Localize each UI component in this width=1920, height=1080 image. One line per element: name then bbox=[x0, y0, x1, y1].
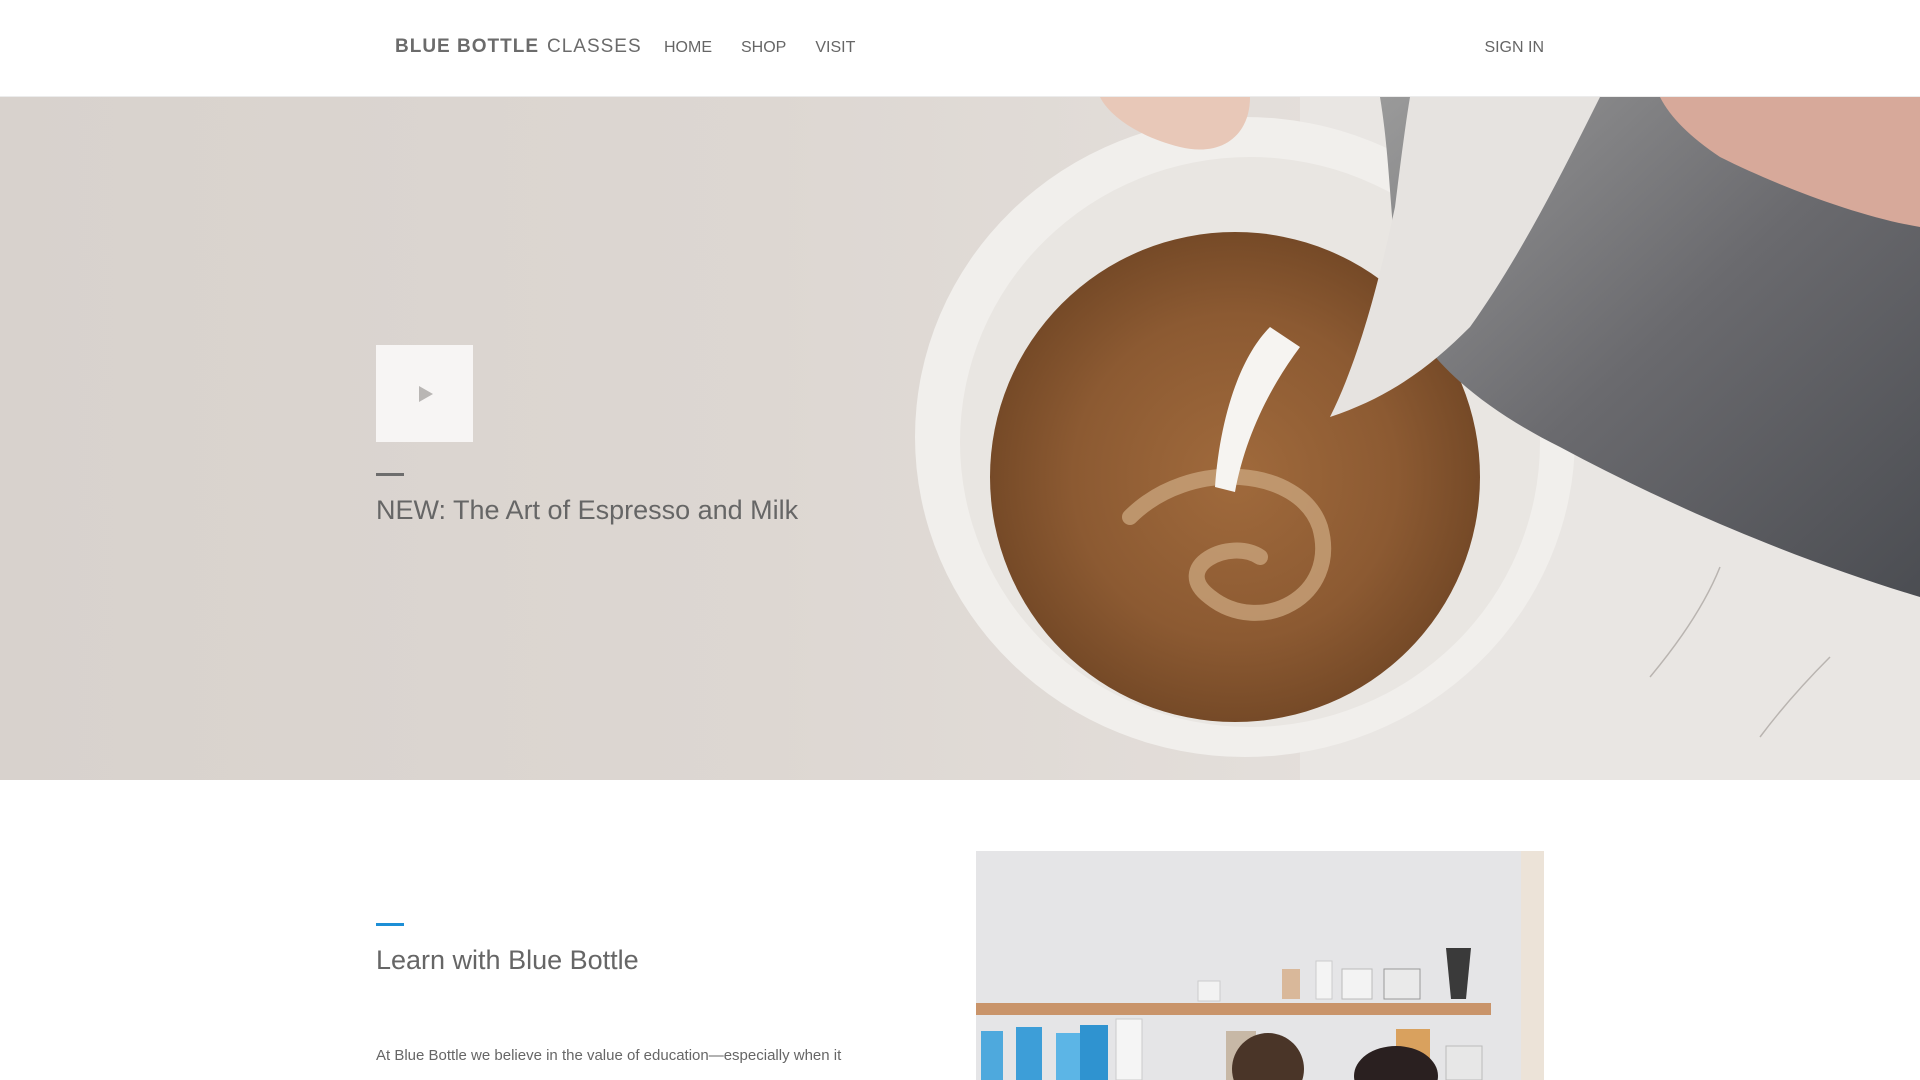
hero-coffee-image bbox=[915, 97, 1920, 780]
brand-logo[interactable]: BLUE BOTTLE CLASSES bbox=[395, 36, 642, 58]
hero-divider bbox=[376, 473, 404, 476]
section-title: Learn with Blue Bottle bbox=[376, 945, 639, 975]
hero-title: NEW: The Art of Espresso and Milk bbox=[376, 495, 799, 525]
play-video-button[interactable] bbox=[376, 345, 473, 442]
sign-in-link[interactable]: SIGN IN bbox=[1484, 39, 1544, 57]
section-body: At Blue Bottle we believe in the value o… bbox=[376, 1047, 842, 1064]
nav-shop[interactable]: SHOP bbox=[741, 39, 786, 57]
logo-secondary: CLASSES bbox=[547, 36, 642, 57]
logo-primary: BLUE BOTTLE bbox=[395, 36, 539, 57]
nav-home[interactable]: HOME bbox=[664, 39, 712, 57]
play-icon bbox=[418, 385, 433, 402]
learn-divider bbox=[376, 923, 404, 926]
main-nav: HOME SHOP VISIT bbox=[664, 39, 855, 57]
site-header: BLUE BOTTLE CLASSES HOME SHOP VISIT SIGN… bbox=[0, 0, 1920, 97]
nav-visit[interactable]: VISIT bbox=[815, 39, 855, 57]
class-photo bbox=[976, 851, 1544, 1080]
class-photo-image bbox=[976, 851, 1544, 1080]
hero-banner: NEW: The Art of Espresso and Milk bbox=[0, 97, 1920, 780]
